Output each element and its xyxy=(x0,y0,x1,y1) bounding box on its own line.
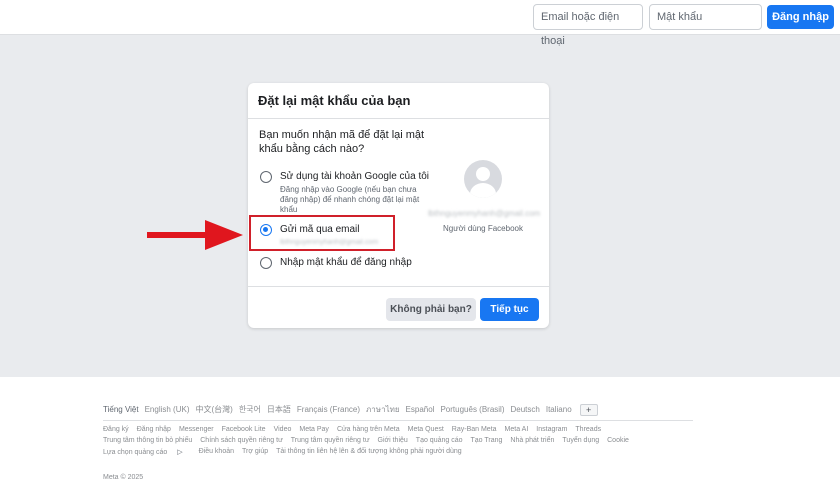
footer-link[interactable]: Tải thông tin liên hệ lên & đối tượng kh… xyxy=(276,448,462,456)
footer-link[interactable]: Meta Quest xyxy=(408,426,444,433)
footer-link[interactable]: Trung tâm quyền riêng tư xyxy=(291,437,370,444)
language-link[interactable]: Français (France) xyxy=(297,405,360,414)
footer-links-row-2: Trung tâm thông tin bỏ phiếu Chính sách … xyxy=(103,437,637,444)
footer-link[interactable]: Chính sách quyền riêng tư xyxy=(200,437,283,444)
page-footer: Tiếng Việt English (UK) 中文(台灣) 한국어 日本語 F… xyxy=(0,377,840,500)
footer-link[interactable]: Video xyxy=(274,426,292,433)
footer-link[interactable]: Giới thiệu xyxy=(378,437,408,444)
radio-google[interactable] xyxy=(260,171,272,183)
add-language-button[interactable]: + xyxy=(579,403,598,416)
language-link[interactable]: Español xyxy=(406,405,435,414)
highlight-box xyxy=(249,215,395,251)
option-password[interactable]: Nhập mật khẩu để đăng nhập xyxy=(260,256,412,269)
language-list: Tiếng Việt English (UK) 中文(台灣) 한국어 日本語 F… xyxy=(103,403,598,416)
language-link[interactable]: Deutsch xyxy=(511,405,540,414)
language-link[interactable]: ภาษาไทย xyxy=(366,403,400,416)
language-link[interactable]: 한국어 xyxy=(239,404,261,415)
profile-email: lbthnguyenmyhanh@gmail.com xyxy=(428,209,541,218)
footer-link[interactable]: Tạo quảng cáo xyxy=(416,437,463,444)
password-field[interactable]: Mật khẩu xyxy=(649,4,762,30)
footer-link[interactable]: Đăng ký xyxy=(103,426,129,433)
footer-link[interactable]: Tuyển dụng xyxy=(562,437,599,444)
footer-link[interactable]: Trung tâm thông tin bỏ phiếu xyxy=(103,437,192,444)
card-title: Đặt lại mật khẩu của bạn xyxy=(258,93,411,108)
footer-link[interactable]: Nhà phát triển xyxy=(510,437,554,444)
profile-info: lbthnguyenmyhanh@gmail.com Người dùng Fa… xyxy=(428,160,541,233)
reset-question: Bạn muốn nhận mã để đặt lại mật khẩu bằn… xyxy=(259,129,425,155)
avatar xyxy=(464,160,502,198)
continue-button[interactable]: Tiếp tục xyxy=(480,298,539,321)
footer-link[interactable]: Lựa chọn quảng cáo ▷ xyxy=(103,448,191,456)
footer-link[interactable]: Trợ giúp xyxy=(242,448,268,456)
footer-link[interactable]: Threads xyxy=(575,426,601,433)
ad-choices-icon: ▷ xyxy=(177,449,183,456)
radio-password[interactable] xyxy=(260,257,272,269)
language-link[interactable]: Italiano xyxy=(546,405,572,414)
footer-link[interactable]: Cửa hàng trên Meta xyxy=(337,426,400,433)
language-current: Tiếng Việt xyxy=(103,405,139,414)
card-header: Đặt lại mật khẩu của bạn xyxy=(248,83,549,119)
language-link[interactable]: Português (Brasil) xyxy=(440,405,504,414)
footer-link[interactable]: Meta AI xyxy=(505,426,529,433)
footer-link[interactable]: Facebook Lite xyxy=(222,426,266,433)
red-arrow-icon xyxy=(147,220,243,250)
language-link[interactable]: 日本語 xyxy=(267,404,291,415)
language-link[interactable]: 中文(台灣) xyxy=(195,404,232,415)
profile-name: Người dùng Facebook xyxy=(443,224,523,233)
footer-link[interactable]: Đăng nhập xyxy=(137,426,171,433)
not-you-button[interactable]: Không phải bạn? xyxy=(386,298,476,321)
email-field[interactable]: Email hoặc điện thoại xyxy=(533,4,643,47)
option-password-label: Nhập mật khẩu để đăng nhập xyxy=(280,257,412,268)
footer-links-row-3: Lựa chọn quảng cáo ▷ Điều khoản Trợ giúp… xyxy=(103,448,470,456)
copyright: Meta © 2025 xyxy=(103,474,144,481)
option-google[interactable]: Sử dụng tài khoản Google của tôi Đăng nh… xyxy=(260,170,429,215)
card-footer: Không phải bạn? Tiếp tục xyxy=(248,286,549,328)
footer-link[interactable]: Tạo Trang xyxy=(471,437,503,444)
top-bar: Email hoặc điện thoại Mật khẩu Đăng nhập xyxy=(0,0,840,47)
footer-divider xyxy=(103,420,693,421)
option-google-description: Đăng nhập vào Google (nếu bạn chưa đăng … xyxy=(280,185,420,214)
footer-link[interactable]: Meta Pay xyxy=(299,426,329,433)
footer-link[interactable]: Cookie xyxy=(607,437,629,444)
option-google-label: Sử dụng tài khoản Google của tôi xyxy=(280,171,430,182)
footer-link[interactable]: Điều khoản xyxy=(199,448,234,456)
footer-link[interactable]: Messenger xyxy=(179,426,214,433)
language-link[interactable]: English (UK) xyxy=(145,405,190,414)
footer-links-row-1: Đăng ký Đăng nhập Messenger Facebook Lit… xyxy=(103,426,609,433)
footer-link[interactable]: Ray-Ban Meta xyxy=(452,426,497,433)
footer-link[interactable]: Instagram xyxy=(536,426,567,433)
login-button[interactable]: Đăng nhập xyxy=(767,5,834,29)
reset-password-card: Đặt lại mật khẩu của bạn Bạn muốn nhận m… xyxy=(248,83,549,328)
